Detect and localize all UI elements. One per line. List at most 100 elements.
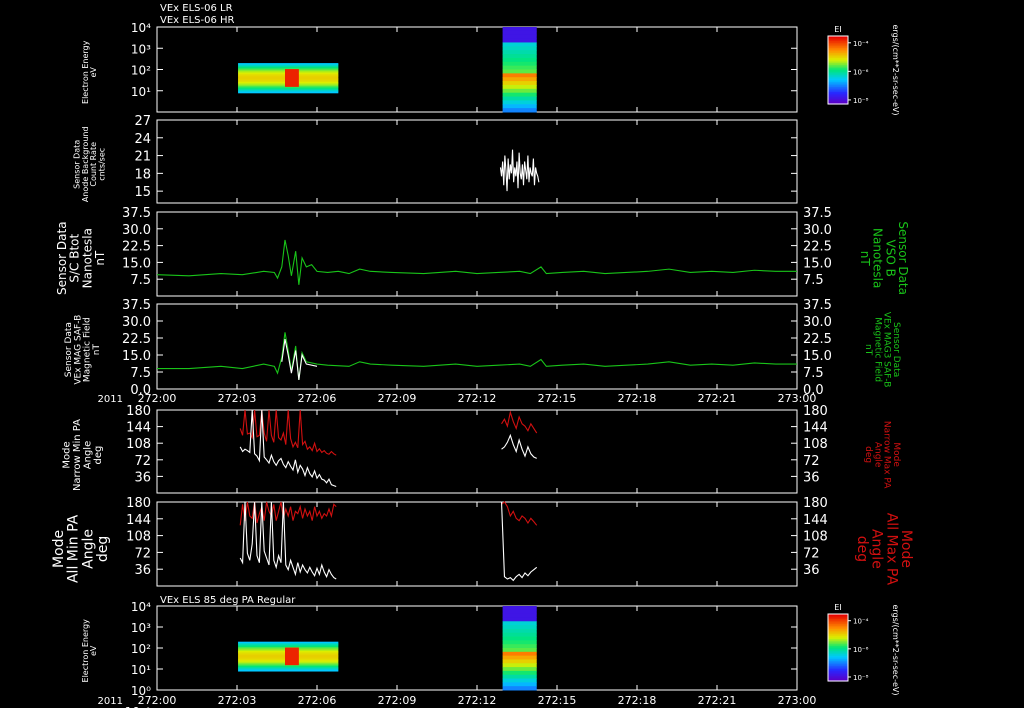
series-line (500, 501, 538, 582)
y-tick-label: 36 (803, 563, 820, 578)
series-line (501, 433, 537, 459)
colorbar-tick-label: 10⁻⁶ (853, 68, 869, 76)
y-axis-label: Angle (80, 529, 96, 569)
series-line (156, 239, 797, 285)
time-tick-label: 272:15 (538, 694, 577, 707)
y-tick-label: 108 (803, 530, 828, 545)
y-axis-label: eV (89, 67, 98, 78)
colorbar-tick-label: 10⁻⁴ (853, 40, 869, 48)
time-tick-label: 272:03 (218, 694, 257, 707)
time-tick-label: 272:06 (298, 694, 337, 707)
heatmap-cell (502, 682, 537, 687)
heatmap-cell (502, 667, 537, 672)
time-tick-label: 272:12 (458, 694, 497, 707)
y-axis-label: Mode (51, 530, 67, 568)
y-tick-label: 30.0 (803, 223, 832, 238)
y-tick-label: 72 (803, 454, 820, 469)
heatmap-cell (502, 92, 537, 98)
y-axis-label-right: deg (863, 446, 873, 463)
colorbar-tick-label: 10⁻⁶ (853, 646, 869, 654)
y-tick-label: 180 (803, 404, 828, 419)
y-tick-label: 144 (803, 421, 828, 436)
series-line (501, 501, 538, 526)
y-tick-label: 10² (131, 64, 151, 78)
heatmap-cell (502, 651, 537, 657)
series-line (239, 501, 337, 580)
heatmap-cell (502, 54, 537, 59)
heatmap-cell (502, 81, 537, 86)
heatmap-cell (502, 617, 537, 622)
heatmap-cell (238, 91, 339, 94)
time-tick-label: 272:06 (298, 392, 337, 405)
y-tick-label: 7.5 (803, 366, 824, 381)
heatmap-cell (502, 663, 537, 668)
y-tick-label: 27 (134, 114, 151, 129)
heatmap-cell (502, 38, 537, 43)
series-line (239, 409, 337, 488)
y-tick-label: 10² (131, 642, 151, 656)
time-tick-label: 272:09 (378, 392, 417, 405)
y-tick-label: 144 (803, 513, 828, 528)
y-tick-label: 108 (126, 437, 151, 452)
colorbar-unit-label: ergs/(cm**2-sr-sec-eV) (891, 24, 900, 115)
heatmap-cell (502, 69, 537, 74)
y-tick-label: 36 (134, 563, 151, 578)
y-axis-label: deg (93, 446, 104, 465)
y-tick-label: 22.5 (122, 332, 151, 347)
y-tick-label: 37.5 (122, 298, 151, 313)
colorbar-label: EI (834, 603, 841, 612)
heatmap-cell (502, 648, 537, 653)
y-tick-label: 24 (134, 132, 151, 147)
heatmap-cell (502, 34, 537, 40)
y-tick-label: 37.5 (122, 206, 151, 221)
colorbar-tick-label: 10⁻⁸ (853, 97, 869, 105)
colorbar-tick-label: 10⁻⁸ (853, 674, 869, 682)
y-tick-label: 18 (134, 167, 151, 182)
y-axis-label-right: nT (863, 344, 873, 356)
y-axis-label: nT (92, 344, 102, 356)
y-axis-label-right: deg (854, 536, 870, 562)
time-tick-label: 272:15 (538, 392, 577, 405)
colorbar-tick-label: 10⁻⁴ (853, 618, 869, 626)
heatmap-cell (502, 42, 537, 47)
y-tick-label: 10¹ (131, 663, 151, 677)
y-tick-label: 30.0 (803, 315, 832, 330)
heatmap-cell (238, 669, 339, 672)
panel-frame (156, 211, 798, 297)
y-tick-label: 7.5 (130, 273, 151, 288)
heatmap-cell (502, 625, 537, 630)
y-tick-label: 180 (126, 496, 151, 511)
panel-title: VEx ELS-06 HR (160, 15, 235, 26)
panel-frame (156, 303, 798, 390)
time-tick-label: 272:00 (138, 694, 177, 707)
y-tick-label: 37.5 (803, 206, 832, 221)
heatmap-cell (502, 636, 537, 641)
heatmap-cell (502, 640, 537, 645)
heatmap-cell (502, 30, 537, 36)
time-tick-label: 272:21 (698, 392, 737, 405)
time-tick-label: 272:21 (698, 694, 737, 707)
y-tick-label: 72 (803, 546, 820, 561)
heatmap-cell (502, 61, 537, 67)
heatmap-cell (502, 108, 537, 113)
time-tick-label: 272:12 (458, 392, 497, 405)
colorbar-unit-label: ergs/(cm**2-sr-sec-eV) (891, 604, 900, 695)
y-axis-label-right: Mode (898, 530, 914, 568)
heatmap-cell (502, 628, 537, 634)
heatmap-cell (502, 88, 537, 94)
heatmap-cell (502, 50, 537, 55)
time-tick-label: 272:18 (618, 392, 657, 405)
y-tick-label: 144 (126, 421, 151, 436)
heatmap-cell (502, 670, 537, 676)
y-tick-label: 180 (803, 496, 828, 511)
heatmap-cell (502, 96, 537, 101)
heatmap-cell (502, 655, 537, 660)
heatmap-cell (502, 57, 537, 63)
y-tick-label: 22.5 (803, 240, 832, 255)
y-tick-label: 72 (134, 454, 151, 469)
heatmap-cell (502, 644, 537, 649)
y-tick-label: 15.0 (803, 349, 832, 364)
y-tick-label: 36 (134, 470, 151, 485)
y-tick-label: 30.0 (122, 315, 151, 330)
heatmap-cell (502, 77, 537, 82)
